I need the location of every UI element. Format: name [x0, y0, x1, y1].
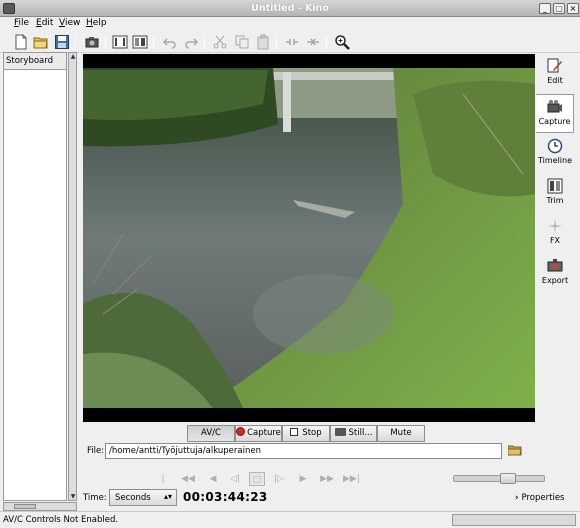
- storyboard-header[interactable]: Storyboard: [4, 53, 66, 70]
- toolbar: [0, 31, 580, 53]
- file-row: File:: [83, 442, 535, 464]
- menu-view[interactable]: View: [59, 18, 80, 28]
- cut-icon[interactable]: [212, 34, 228, 50]
- mute-button[interactable]: Mute: [377, 425, 425, 442]
- scroll-down-icon[interactable]: ▼: [70, 493, 76, 500]
- title-bar: Untitled - Kino _ □ ×: [0, 0, 580, 17]
- menu-file[interactable]: File: [14, 18, 29, 28]
- fx-sparkle-icon: [547, 218, 563, 234]
- stop-button[interactable]: Stop: [282, 425, 330, 442]
- undo-icon[interactable]: [162, 34, 178, 50]
- camera-icon[interactable]: [84, 34, 100, 50]
- browse-folder-icon[interactable]: [507, 444, 522, 456]
- forward-frame-icon[interactable]: |▷: [271, 472, 287, 486]
- back-frame-icon[interactable]: ◁|: [227, 472, 243, 486]
- menu-bar: File Edit View Help: [0, 17, 580, 31]
- slider-handle[interactable]: [500, 473, 516, 484]
- window-title: Untitled - Kino: [251, 3, 329, 14]
- zoom-icon[interactable]: [334, 34, 350, 50]
- time-row: Time: Seconds ▴▾ 00:03:44:23 › Properties: [83, 488, 573, 508]
- timecode-display: 00:03:44:23: [183, 490, 268, 504]
- trim-icon: [547, 178, 563, 194]
- save-icon[interactable]: [54, 34, 70, 50]
- previous-scene-icon[interactable]: ◀◀: [180, 472, 196, 486]
- record-icon: [236, 427, 246, 436]
- timeline-mode-button[interactable]: Timeline: [536, 134, 574, 173]
- chevron-right-icon: ›: [515, 493, 519, 503]
- progress-bar: [452, 514, 576, 526]
- select-arrows-icon: ▴▾: [163, 492, 172, 501]
- status-text: AV/C Controls Not Enabled.: [3, 515, 119, 525]
- close-button[interactable]: ×: [567, 3, 579, 14]
- edit-icon: [547, 58, 563, 74]
- capture-button[interactable]: Capture: [235, 425, 282, 442]
- time-format-select[interactable]: Seconds ▴▾: [109, 489, 177, 506]
- redo-icon[interactable]: [183, 34, 199, 50]
- clock-icon: [547, 138, 563, 154]
- edit-mode-button[interactable]: Edit: [536, 54, 574, 93]
- scroll-up-icon[interactable]: ▲: [70, 53, 76, 60]
- transport-controls: |◀◀ ◀◀ ◀ ◁| □ |▷ ▶ ▶▶ ▶▶|: [155, 472, 385, 498]
- next-scene-icon[interactable]: ▶▶: [319, 472, 335, 486]
- capture-mode-button[interactable]: Capture: [536, 94, 574, 133]
- sidebar-vertical-scrollbar[interactable]: ▲ ▼: [68, 52, 77, 501]
- status-bar: AV/C Controls Not Enabled.: [0, 511, 580, 528]
- maximize-button[interactable]: □: [553, 3, 565, 14]
- open-folder-icon[interactable]: [33, 34, 49, 50]
- scrollbar-thumb[interactable]: [14, 504, 36, 509]
- paste-icon[interactable]: [255, 34, 271, 50]
- menu-edit[interactable]: Edit: [36, 18, 53, 28]
- camera-icon: [334, 428, 346, 436]
- storyboard-view-icon[interactable]: [112, 34, 128, 50]
- still-button[interactable]: Still...: [330, 425, 377, 442]
- join-scenes-icon[interactable]: [305, 34, 321, 50]
- minimize-button[interactable]: _: [539, 3, 551, 14]
- copy-icon[interactable]: [234, 34, 250, 50]
- start-of-movie-icon[interactable]: |◀◀: [155, 472, 171, 498]
- new-file-icon[interactable]: [13, 34, 29, 50]
- split-scene-icon[interactable]: [284, 34, 300, 50]
- properties-expander[interactable]: › Properties: [515, 493, 564, 503]
- export-mode-button[interactable]: Export: [536, 254, 574, 293]
- end-of-movie-icon[interactable]: ▶▶|: [343, 472, 360, 486]
- play-pause-button[interactable]: □: [249, 472, 265, 486]
- time-label: Time:: [83, 493, 107, 503]
- sidebar-horizontal-scrollbar[interactable]: [3, 502, 77, 511]
- fast-forward-icon[interactable]: ▶: [295, 472, 311, 486]
- storyboard-panel[interactable]: Storyboard: [3, 52, 67, 501]
- menu-help[interactable]: Help: [86, 18, 107, 28]
- video-frame-image: [83, 54, 535, 422]
- rewind-icon[interactable]: ◀: [205, 472, 221, 486]
- file-label: File:: [87, 446, 105, 456]
- fx-mode-button[interactable]: FX: [536, 214, 574, 253]
- mode-panel: Edit Capture Timeline Trim FX Export: [535, 54, 575, 294]
- edit-view-icon[interactable]: [132, 34, 148, 50]
- file-path-input[interactable]: [105, 443, 502, 459]
- capture-controls: AV/C Capture Stop Still... Mute: [83, 425, 535, 442]
- stop-icon: [290, 428, 299, 436]
- trim-mode-button[interactable]: Trim: [536, 174, 574, 213]
- video-preview: [83, 54, 535, 422]
- capture-camera-icon: [547, 99, 563, 115]
- export-icon: [547, 258, 563, 274]
- avc-toggle-button[interactable]: AV/C: [187, 425, 235, 442]
- position-slider[interactable]: [453, 473, 545, 484]
